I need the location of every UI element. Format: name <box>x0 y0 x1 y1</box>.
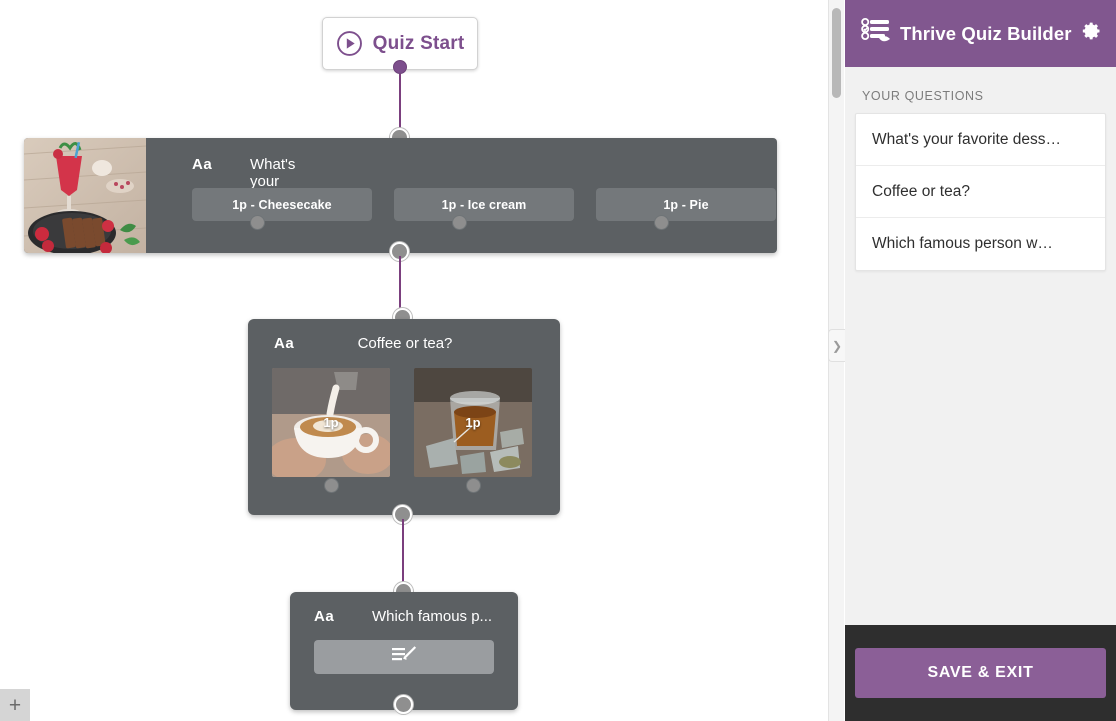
sidebar-collapse-toggle[interactable]: ❯ <box>828 329 845 362</box>
image-answer-2-2[interactable]: 1p <box>414 368 532 477</box>
answer-option-label: 1p - Ice cream <box>442 198 527 212</box>
answer-option-1-1[interactable]: 1p - Cheesecake <box>192 188 372 221</box>
question-node-3[interactable]: Aa Which famous p... <box>290 592 518 710</box>
quiz-flow-canvas[interactable]: Quiz Start <box>0 0 828 721</box>
question-list-item-label: What's your favorite dess… <box>872 131 1061 149</box>
app-title: Thrive Quiz Builder <box>900 23 1082 45</box>
answer-option-1-3[interactable]: 1p - Pie <box>596 188 776 221</box>
answer-connector-2-2[interactable] <box>466 478 481 493</box>
image-answer-points: 1p <box>323 415 338 430</box>
image-answer-2-1[interactable]: 1p <box>272 368 390 477</box>
add-element-button[interactable]: + <box>0 689 30 721</box>
play-circle-icon <box>336 30 363 57</box>
answer-connector-1-2[interactable] <box>452 215 467 230</box>
questions-list: What's your favorite dess… Coffee or tea… <box>855 113 1106 271</box>
sidebar: Thrive Quiz Builder YOUR QUESTIONS What'… <box>845 0 1116 721</box>
answer-option-label: 1p - Cheesecake <box>232 198 331 212</box>
image-answer-points: 1p <box>465 415 480 430</box>
connector-start-dot[interactable] <box>393 60 407 74</box>
answer-option-label: 1p - Pie <box>663 198 708 212</box>
question-list-item-2[interactable]: Coffee or tea? <box>856 166 1105 218</box>
question-type-text-icon: Aa <box>192 156 212 173</box>
sidebar-footer: SAVE & EXIT <box>845 625 1116 721</box>
question-node-1[interactable]: Aa What's your favorite dessert? 1p - Ch… <box>24 138 777 253</box>
connector-line-q1-q2 <box>399 256 401 313</box>
connector-endpoint-q3-bottom[interactable] <box>394 695 413 714</box>
plus-icon: + <box>9 695 21 716</box>
sidebar-header: Thrive Quiz Builder <box>845 0 1116 67</box>
question-3-title: Which famous p... <box>372 608 492 625</box>
quiz-checklist-icon <box>861 16 891 51</box>
answer-connector-2-1[interactable] <box>324 478 339 493</box>
question-type-text-icon: Aa <box>314 608 334 625</box>
gear-icon[interactable] <box>1082 21 1102 46</box>
app-root: Quiz Start <box>0 0 1116 721</box>
questions-section-title: YOUR QUESTIONS <box>845 67 1116 113</box>
canvas-scrollbar-thumb[interactable] <box>832 8 841 98</box>
open-answer-field-3[interactable] <box>314 640 494 674</box>
question-2-title: Coffee or tea? <box>274 335 536 352</box>
question-list-item-3[interactable]: Which famous person w… <box>856 218 1105 270</box>
question-list-item-label: Which famous person w… <box>872 235 1053 253</box>
question-list-item-1[interactable]: What's your favorite dess… <box>856 114 1105 166</box>
connector-line-q2-q3 <box>402 519 404 582</box>
open-text-edit-icon <box>391 644 417 671</box>
chevron-right-icon: ❯ <box>832 339 842 353</box>
question-1-thumbnail <box>24 138 146 253</box>
answer-option-1-2[interactable]: 1p - Ice cream <box>394 188 574 221</box>
question-node-2[interactable]: Aa Coffee or tea? <box>248 319 560 515</box>
answer-connector-1-3[interactable] <box>654 215 669 230</box>
connector-line-start-q1 <box>399 74 401 134</box>
quiz-start-label: Quiz Start <box>373 33 465 55</box>
save-and-exit-button[interactable]: SAVE & EXIT <box>855 648 1106 698</box>
question-list-item-label: Coffee or tea? <box>872 183 970 201</box>
answer-connector-1-1[interactable] <box>250 215 265 230</box>
